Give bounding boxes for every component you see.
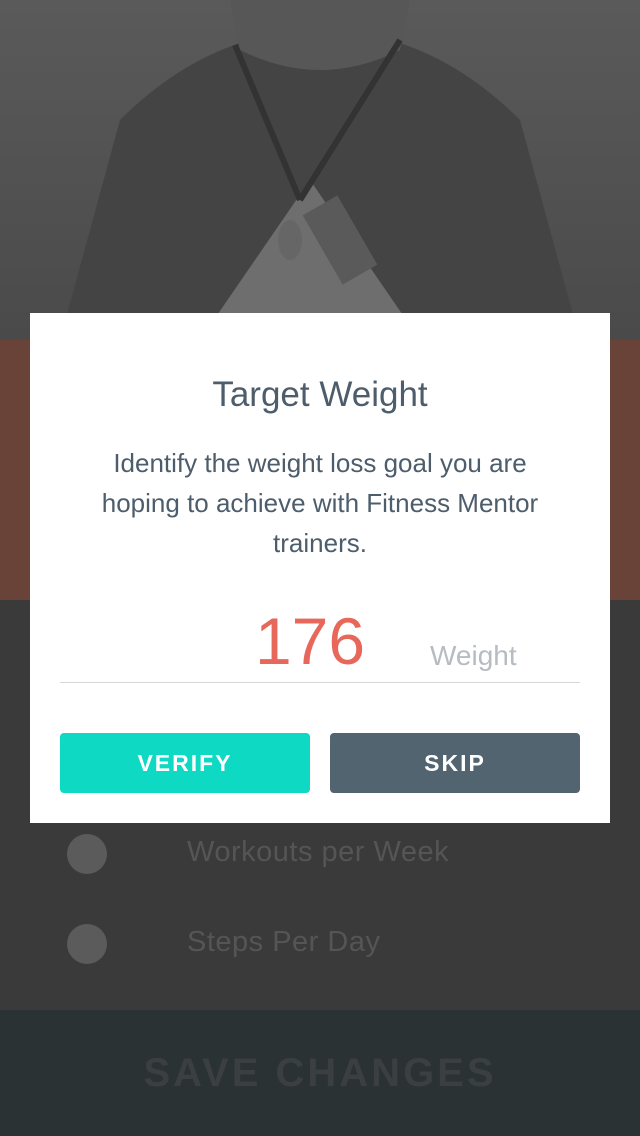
target-weight-dialog: Target Weight Identify the weight loss g… (30, 313, 610, 823)
weight-input[interactable]: 176 (230, 603, 390, 679)
list-item-label: Steps Per Day (187, 926, 381, 958)
weight-unit-label: Weight (430, 640, 517, 671)
radio-circle-icon[interactable] (67, 834, 107, 874)
save-changes-button[interactable]: SAVE CHANGES (0, 1010, 640, 1136)
radio-circle-icon[interactable] (67, 924, 107, 964)
list-item[interactable]: Workouts per Week (0, 810, 640, 900)
verify-button[interactable]: VERIFY (60, 733, 310, 793)
dialog-description: Identify the weight loss goal you are ho… (101, 448, 539, 558)
list-item-label: Workouts per Week (187, 836, 450, 868)
input-underline (60, 682, 580, 683)
list-item[interactable]: Steps Per Day (0, 900, 640, 990)
save-changes-label: SAVE CHANGES (143, 1050, 497, 1095)
skip-button[interactable]: SKIP (330, 733, 580, 793)
dialog-title: Target Weight (212, 375, 428, 414)
coach-photo (0, 0, 640, 340)
